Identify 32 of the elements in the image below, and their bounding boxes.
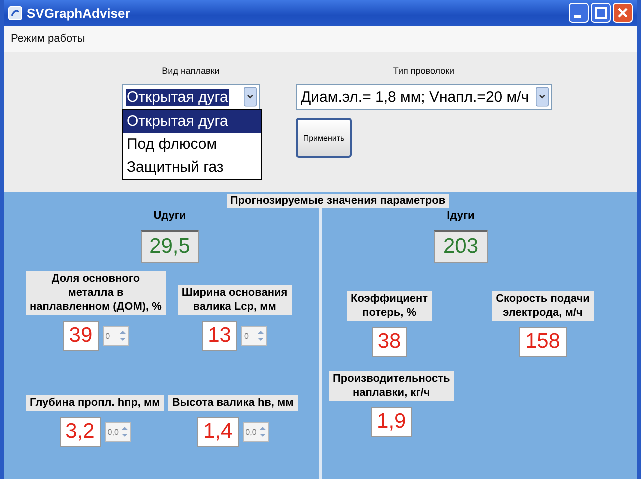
wire-type-dropdown[interactable]: Диам.эл.= 1,8 мм; Vнапл.=20 м/ч [296, 84, 552, 110]
maximize-icon[interactable] [591, 3, 611, 23]
parameter-value: 158 [519, 327, 566, 357]
group-title: Прогнозируемые значения параметров [227, 194, 449, 208]
apply-button[interactable]: Применить [296, 118, 352, 158]
field-label: Тип проволоки [393, 66, 455, 76]
parameter-value: 203 [434, 230, 488, 263]
dropdown-option[interactable]: Защитный газ [123, 156, 261, 179]
parameter-label: Производительность наплавки, кг/ч [329, 371, 454, 401]
field-label: Вид наплавки [162, 66, 220, 76]
parameter-label: Высота валика hв, мм [168, 395, 298, 411]
parameter-value: 38 [372, 327, 408, 357]
minimize-icon[interactable] [569, 3, 589, 23]
parameter-label: Глубина пропл. hпр, мм [26, 395, 164, 411]
parameter-value: 3,2 [60, 417, 101, 447]
window-title: SVGraphAdviser [27, 6, 130, 20]
parameter-label: Uдуги [152, 209, 188, 224]
parameter-label: Доля основного металла в наплавленном (ДОМ), % [26, 271, 166, 315]
app-icon [8, 6, 23, 20]
dropdown-option[interactable]: Под флюсом [123, 133, 261, 156]
parameter-value: 39 [63, 321, 99, 351]
close-icon[interactable] [613, 3, 633, 23]
parameter-value: 29,5 [140, 230, 200, 263]
parameter-value: 13 [202, 321, 238, 351]
parameter-label: Ширина основания валика Lср, мм [178, 285, 292, 315]
menu-item[interactable]: Режим работы [8, 31, 88, 47]
parameter-label: Скорость подачи электрода, м/ч [492, 291, 594, 321]
parameter-value: 1,4 [197, 417, 239, 447]
dropdown-option[interactable]: Открытая дуга [123, 110, 261, 133]
parameter-value: 1,9 [371, 407, 412, 437]
parameter-label: Iдуги [446, 209, 476, 224]
parameter-label: Коэффициент потерь, % [347, 291, 432, 321]
